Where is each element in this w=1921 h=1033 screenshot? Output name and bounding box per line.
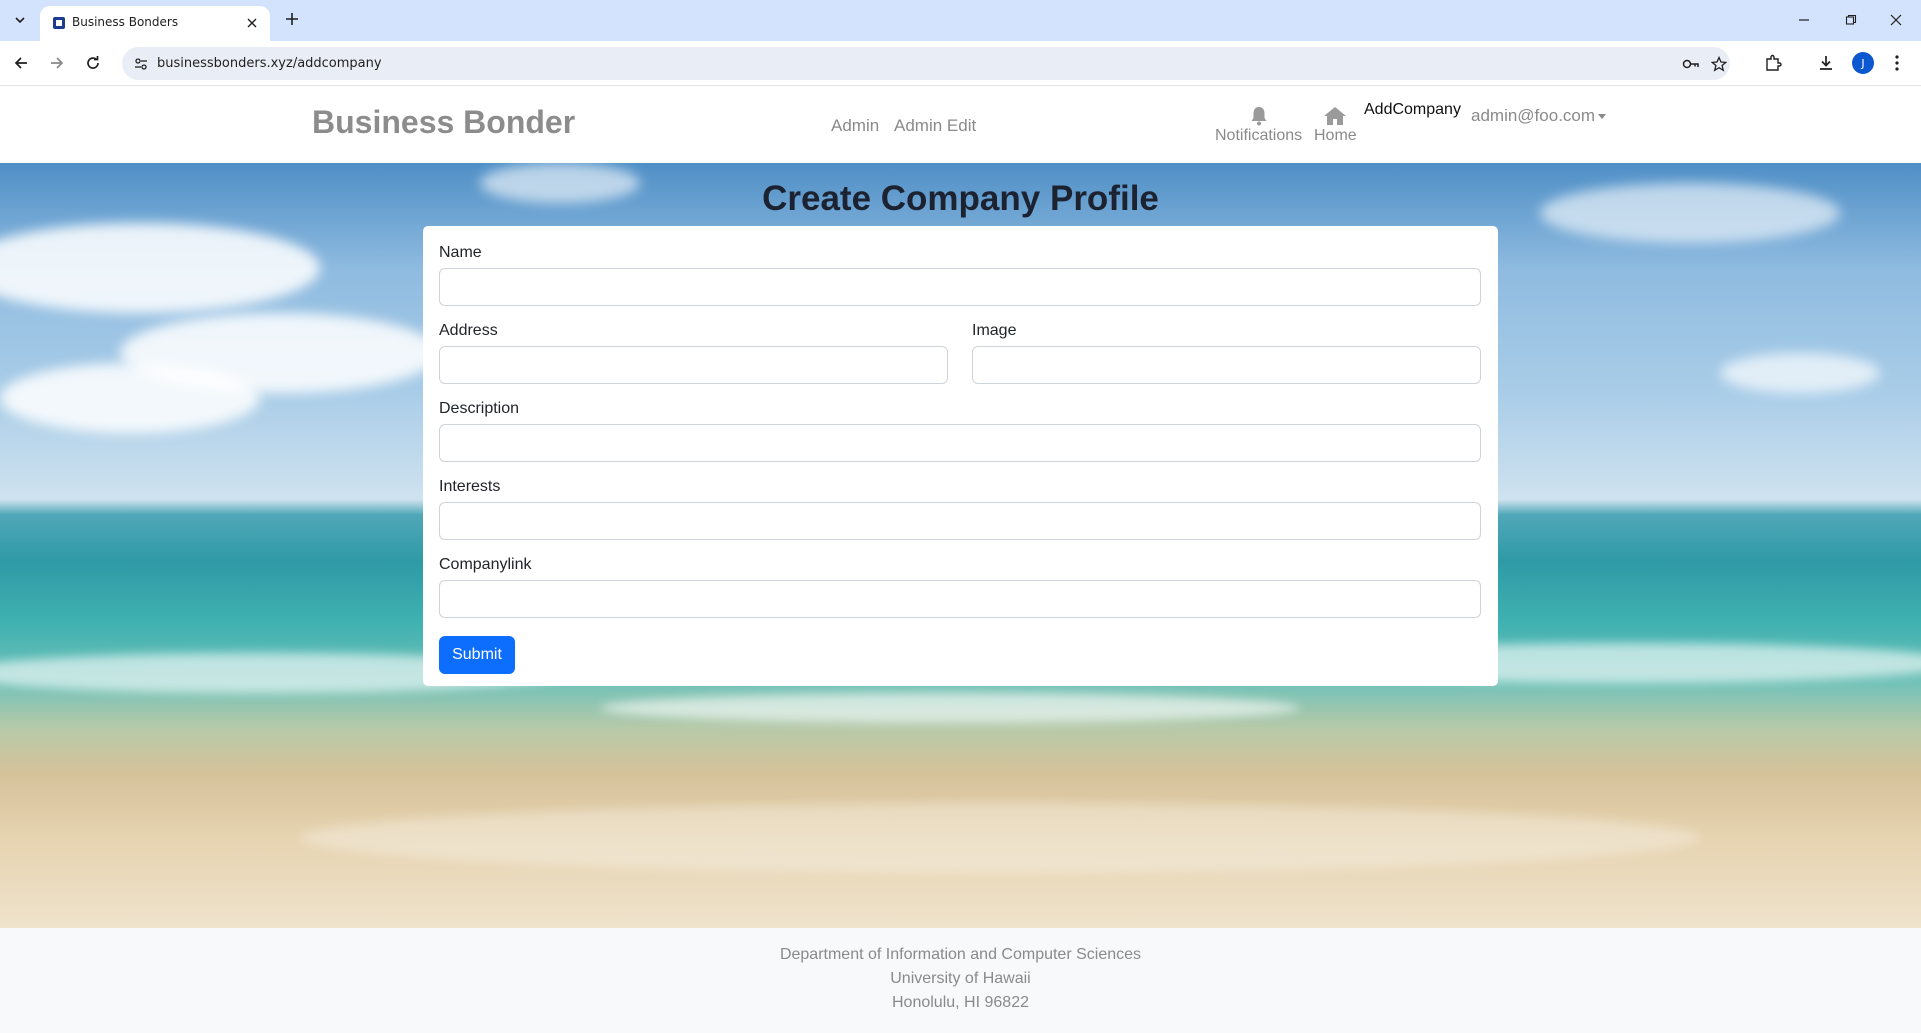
- profile-avatar[interactable]: J: [1852, 52, 1874, 74]
- image-input[interactable]: [972, 346, 1481, 384]
- name-label: Name: [439, 244, 482, 261]
- user-dropdown[interactable]: admin@foo.com: [1471, 106, 1607, 126]
- nav-home-label: Home: [1314, 127, 1357, 144]
- star-icon[interactable]: [1710, 55, 1728, 73]
- favicon-icon: [52, 16, 66, 30]
- bell-icon: [1251, 107, 1267, 126]
- site-footer: Department of Information and Computer S…: [0, 928, 1921, 1033]
- foam-shape: [600, 693, 1300, 723]
- tab-title: Business Bonders: [72, 15, 179, 29]
- interests-label: Interests: [439, 478, 501, 495]
- more-icon[interactable]: [1885, 51, 1909, 75]
- back-icon[interactable]: [9, 51, 33, 75]
- window-close-icon[interactable]: [1886, 10, 1906, 30]
- companylink-label: Companylink: [439, 556, 532, 573]
- foam-shape: [300, 803, 1700, 873]
- address-label: Address: [439, 322, 498, 339]
- page-title: Create Company Profile: [762, 179, 1159, 218]
- cloud-shape: [1720, 353, 1880, 393]
- user-email: admin@foo.com: [1471, 106, 1596, 125]
- interests-input[interactable]: [439, 502, 1481, 540]
- footer-university: University of Hawaii: [890, 970, 1031, 987]
- nav-notifications-label: Notifications: [1215, 127, 1303, 144]
- nav-notifications[interactable]: Notifications: [1215, 106, 1302, 145]
- password-key-icon[interactable]: [1682, 55, 1700, 73]
- address-bar[interactable]: businessbonders.xyz/addcompany: [122, 47, 1730, 80]
- footer-address: Honolulu, HI 96822: [892, 994, 1029, 1011]
- nav-link-addcompany[interactable]: AddCompany: [1364, 101, 1461, 119]
- chevron-down-icon: [1598, 114, 1607, 120]
- description-input[interactable]: [439, 424, 1481, 462]
- name-input[interactable]: [439, 268, 1481, 306]
- company-form-card: Name Address Image Description Interests…: [423, 226, 1498, 686]
- close-icon[interactable]: [244, 15, 260, 31]
- plus-icon[interactable]: [282, 9, 302, 29]
- brand-logo[interactable]: Business Bonder: [312, 104, 575, 141]
- browser-tab[interactable]: Business Bonders: [40, 6, 270, 41]
- minimize-icon[interactable]: [1794, 10, 1814, 30]
- hero-background: Create Company Profile Name Address Imag…: [0, 163, 1921, 928]
- forward-icon[interactable]: [45, 51, 69, 75]
- extensions-icon[interactable]: [1761, 51, 1785, 75]
- address-input[interactable]: [439, 346, 948, 384]
- image-label: Image: [972, 322, 1017, 339]
- tab-list-icon[interactable]: [8, 8, 32, 32]
- url-text: businessbonders.xyz/addcompany: [157, 56, 382, 71]
- site-info-icon[interactable]: [132, 55, 150, 73]
- nav-link-admin[interactable]: Admin: [831, 116, 879, 136]
- download-icon[interactable]: [1814, 51, 1838, 75]
- site-navbar: Business Bonder Admin Admin Edit Notific…: [0, 86, 1921, 163]
- cloud-shape: [0, 363, 260, 433]
- restore-icon[interactable]: [1841, 10, 1861, 30]
- home-icon: [1324, 107, 1347, 125]
- cloud-shape: [0, 223, 320, 313]
- companylink-input[interactable]: [439, 580, 1481, 618]
- reload-icon[interactable]: [81, 51, 105, 75]
- footer-department: Department of Information and Computer S…: [779, 946, 1142, 963]
- browser-tabstrip: Business Bonders: [0, 0, 1921, 41]
- browser-toolbar: businessbonders.xyz/addcompany J: [0, 41, 1921, 86]
- submit-button[interactable]: Submit: [439, 636, 515, 674]
- description-label: Description: [439, 400, 520, 417]
- nav-link-admin-edit[interactable]: Admin Edit: [894, 116, 976, 136]
- nav-home[interactable]: Home: [1314, 106, 1357, 145]
